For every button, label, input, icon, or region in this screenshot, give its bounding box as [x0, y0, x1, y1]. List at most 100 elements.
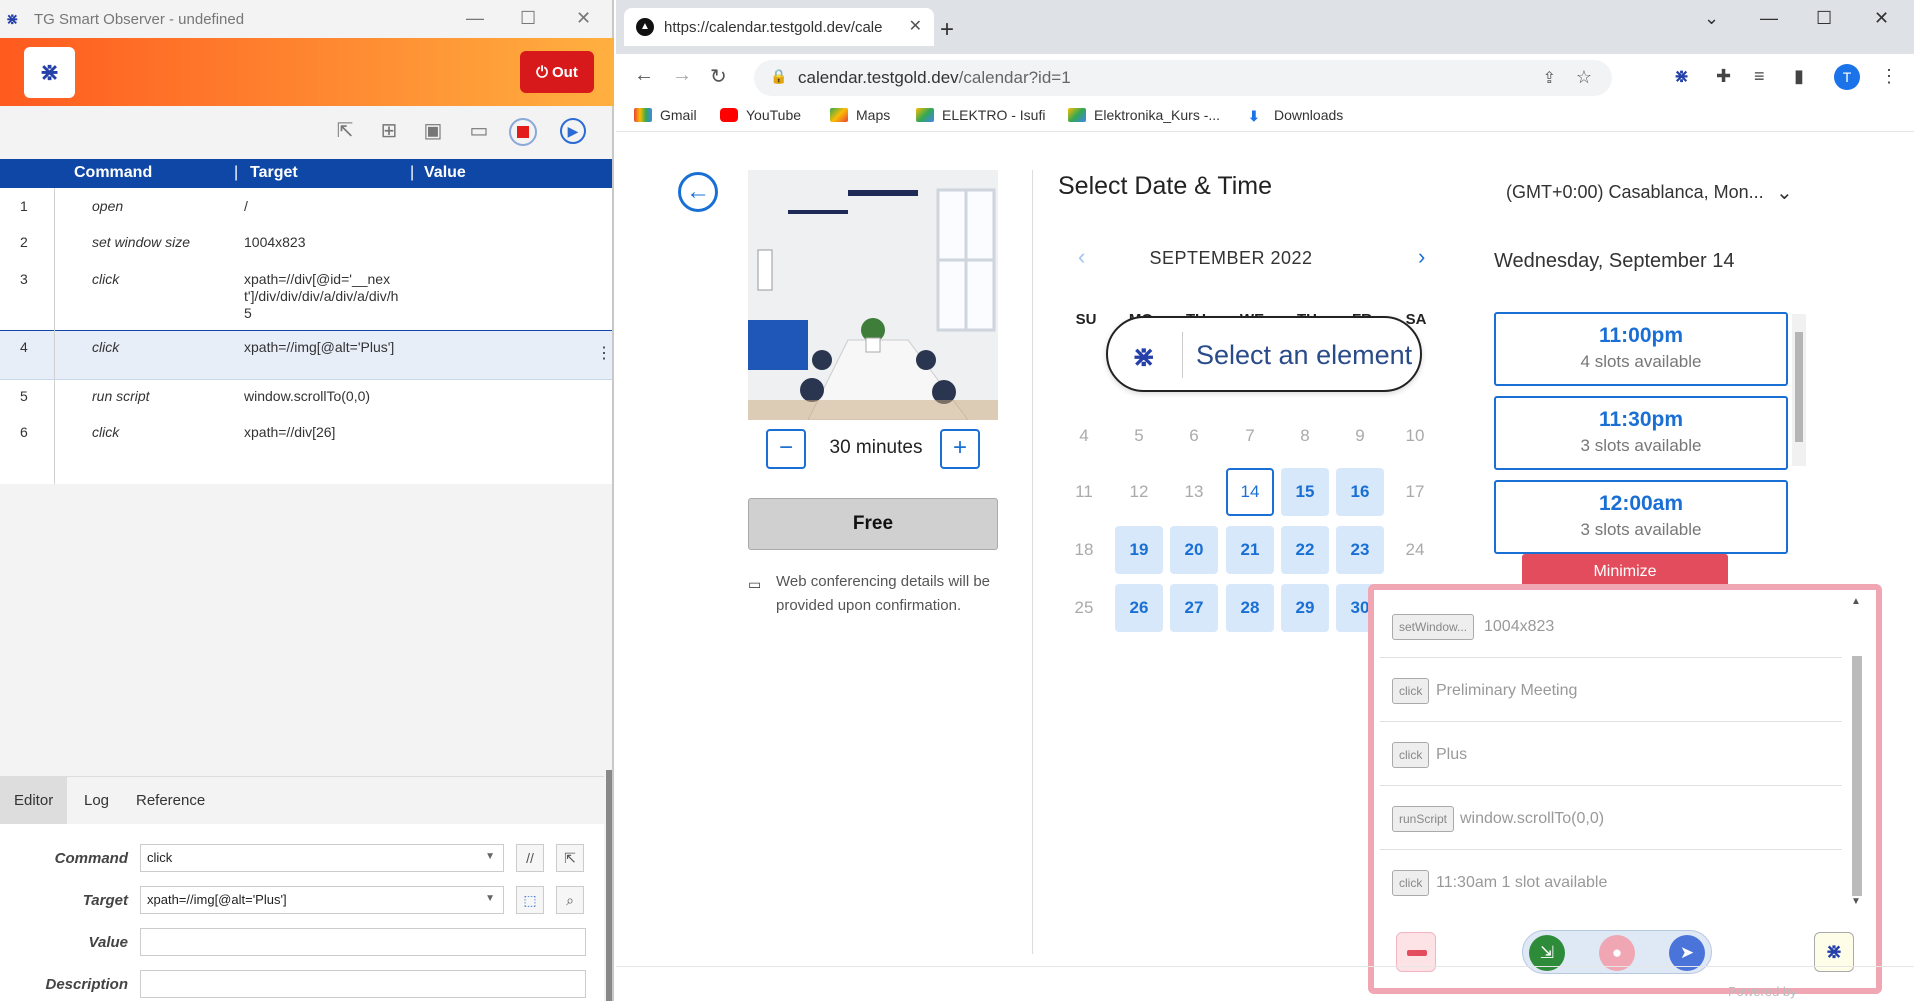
calendar-day[interactable]: 27 [1170, 584, 1218, 632]
close-window-icon[interactable]: ✕ [576, 8, 591, 29]
target-label: Target [82, 892, 128, 909]
time-slot[interactable]: 11:00pm 4 slots available [1494, 312, 1788, 386]
chevron-down-icon[interactable]: ⌄ [1776, 180, 1793, 205]
footer-divider [616, 966, 1914, 967]
next-month-icon[interactable]: › [1418, 244, 1425, 270]
minimize-browser-icon[interactable]: — [1760, 8, 1778, 29]
calendar-day[interactable]: 14 [1226, 468, 1274, 516]
play-icon[interactable]: ▶ [560, 118, 586, 144]
table-row[interactable]: 5 run script window.scrollTo(0,0) [0, 388, 612, 418]
comment-toggle-button[interactable]: // [516, 844, 544, 872]
tab-log[interactable]: Log [70, 777, 123, 825]
back-icon[interactable]: ← [634, 64, 654, 87]
calendar-day[interactable]: 29 [1281, 584, 1329, 632]
list-item[interactable]: runScript window.scrollTo(0,0) [1380, 788, 1842, 850]
extensions-puzzle-icon[interactable]: ✚ [1716, 66, 1731, 87]
calendar-day[interactable]: 20 [1170, 526, 1218, 574]
browser-menu-icon[interactable]: ⋮ [1880, 66, 1898, 87]
calendar-day: 9 [1355, 426, 1365, 445]
side-panel-icon[interactable]: ▮ [1794, 66, 1804, 87]
timezone-select[interactable]: (GMT+0:00) Casablanca, Mon... [1506, 182, 1764, 203]
time-slot[interactable]: 12:00am 3 slots available [1494, 480, 1788, 554]
bookmark-elektro[interactable]: ELEKTRO - Isufi [916, 107, 1045, 123]
calendar-day[interactable]: 23 [1336, 526, 1384, 574]
maximize-window-icon[interactable]: ☐ [520, 8, 536, 29]
col-command: Command [74, 164, 153, 181]
bookmark-gmail[interactable]: Gmail [634, 107, 697, 123]
calendar-day[interactable]: 22 [1281, 526, 1329, 574]
bookmark-youtube[interactable]: YouTube [720, 107, 801, 123]
export-icon[interactable]: ⇱ [332, 118, 358, 144]
tg-extension-icon[interactable]: ⋇ [1674, 66, 1689, 87]
bookmark-maps[interactable]: Maps [830, 107, 890, 123]
media-control-icon[interactable]: ≡ [1754, 66, 1765, 87]
slot-availability: 3 slots available [1580, 520, 1702, 539]
command-editor: Command click ▼ // ⇱ Target xpath=//img[@… [0, 824, 604, 1001]
calendar-day: 6 [1189, 426, 1199, 445]
increase-duration-button[interactable]: + [940, 429, 980, 469]
table-row[interactable]: 1 open / [0, 198, 612, 228]
minimize-window-icon[interactable]: — [466, 8, 484, 29]
selected-date: Wednesday, September 14 [1494, 250, 1735, 272]
browser-tab[interactable]: ▲ https://calendar.testgold.dev/cale ✕ [624, 8, 934, 46]
close-tab-icon[interactable]: ✕ [909, 16, 922, 36]
table-row[interactable]: 6 click xpath=//div[26] [0, 424, 612, 454]
save-icon[interactable]: ▣ [420, 118, 446, 144]
tab-editor[interactable]: Editor [0, 777, 68, 825]
list-item[interactable]: click Plus [1380, 724, 1842, 786]
select-target-icon[interactable]: ⬚ [516, 886, 544, 914]
new-folder-icon[interactable]: ⊞ [376, 118, 402, 144]
close-browser-icon[interactable]: ✕ [1874, 8, 1889, 29]
step-label: 11:30am 1 slot available [1436, 874, 1608, 891]
find-target-icon[interactable]: ⌕ [556, 886, 584, 914]
new-tab-icon[interactable]: + [940, 16, 954, 44]
calendar-day[interactable]: 15 [1281, 468, 1329, 516]
bookmark-downloads[interactable]: ⬇ Downloads [1248, 107, 1343, 124]
forward-icon[interactable]: → [672, 64, 692, 87]
command-table: 1 open / 2 set window size 1004x823 3 cl… [0, 188, 612, 484]
logout-button[interactable]: ⏻ Out [520, 51, 594, 93]
record-stop-icon[interactable] [509, 118, 537, 146]
calendar-day[interactable]: 28 [1226, 584, 1274, 632]
table-row[interactable]: 3 click xpath=//div[@id='__next']/div/di… [0, 271, 612, 333]
row-command: click [92, 339, 120, 355]
free-button[interactable]: Free [748, 498, 998, 550]
bookmark-star-icon[interactable]: ☆ [1576, 67, 1592, 88]
list-item[interactable]: click 11:30am 1 slot available [1380, 852, 1842, 914]
calendar-day[interactable]: 26 [1115, 584, 1163, 632]
value-input[interactable] [140, 928, 586, 956]
calendar-day[interactable]: 21 [1226, 526, 1274, 574]
calendar-day: 5 [1134, 426, 1144, 445]
youtube-icon [720, 108, 738, 122]
list-item[interactable]: setWindow... 1004x823 [1380, 596, 1842, 658]
profile-avatar[interactable]: T [1834, 64, 1860, 90]
recorder-scrollbar[interactable]: ▲ ▼ [1848, 596, 1864, 908]
bookmark-elektronika[interactable]: Elektronika_Kurs -... [1068, 107, 1220, 123]
tab-reference[interactable]: Reference [122, 777, 219, 825]
step-badge: click [1392, 870, 1430, 896]
calendar-day[interactable]: 16 [1336, 468, 1384, 516]
maximize-browser-icon[interactable]: ☐ [1816, 8, 1832, 29]
table-row[interactable]: 2 set window size 1004x823 [0, 234, 612, 264]
description-input[interactable] [140, 970, 586, 998]
divider [1032, 170, 1033, 954]
calendar-day[interactable]: 19 [1115, 526, 1163, 574]
time-slot[interactable]: 11:30pm 3 slots available [1494, 396, 1788, 470]
row-menu-icon[interactable]: ⋮ [596, 343, 612, 363]
list-item[interactable]: click Preliminary Meeting [1380, 660, 1842, 722]
tab-search-icon[interactable]: ⌄ [1704, 8, 1719, 29]
reload-icon[interactable]: ↻ [710, 64, 727, 89]
back-arrow-icon[interactable]: ← [678, 172, 718, 212]
open-folder-icon[interactable]: ▭ [466, 118, 492, 144]
address-bar[interactable]: 🔒 calendar.testgold.dev/calendar?id=1 ⇪ … [754, 60, 1612, 96]
target-select[interactable]: xpath=//img[@alt='Plus'] ▼ [140, 886, 504, 914]
prev-month-icon[interactable]: ‹ [1078, 244, 1085, 270]
col-value: Value [424, 164, 466, 181]
command-select[interactable]: click ▼ [140, 844, 504, 872]
step-badge: click [1392, 742, 1430, 768]
slots-scrollbar[interactable] [1792, 314, 1806, 466]
panel-scrollbar[interactable] [606, 770, 612, 1001]
share-icon[interactable]: ⇪ [1543, 68, 1556, 88]
table-row-selected[interactable]: 4 click xpath=//img[@alt='Plus'] ⋮ [0, 330, 612, 380]
open-reference-icon[interactable]: ⇱ [556, 844, 584, 872]
